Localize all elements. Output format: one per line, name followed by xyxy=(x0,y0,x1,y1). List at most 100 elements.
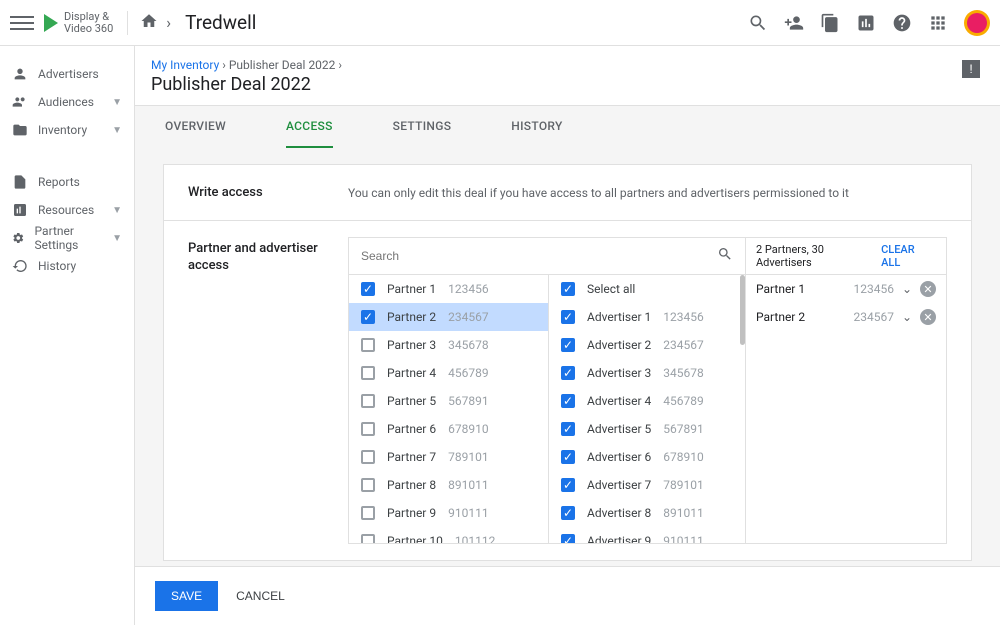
remove-icon[interactable]: ✕ xyxy=(920,309,936,325)
checkbox[interactable]: ✓ xyxy=(561,338,575,352)
partner-id: 234567 xyxy=(448,310,488,324)
breadcrumb-deal[interactable]: Publisher Deal 2022 xyxy=(229,58,336,72)
write-access-desc: You can only edit this deal if you have … xyxy=(348,186,849,200)
selected-row: Partner 1123456⌄✕ xyxy=(746,275,946,303)
partner-name: Partner 6 xyxy=(387,422,436,436)
search-input[interactable] xyxy=(361,249,717,263)
breadcrumb: My Inventory › Publisher Deal 2022 › xyxy=(151,58,984,72)
home-icon[interactable] xyxy=(140,12,158,34)
chevron-down-icon[interactable]: ⌄ xyxy=(900,310,914,324)
checkbox[interactable] xyxy=(361,478,375,492)
advertiser-id: 678910 xyxy=(663,450,703,464)
partner-row[interactable]: Partner 4456789 xyxy=(349,359,548,387)
checkbox[interactable]: ✓ xyxy=(561,534,575,543)
scrollbar[interactable] xyxy=(740,275,745,345)
advertiser-row[interactable]: ✓Advertiser 3345678 xyxy=(549,359,745,387)
partner-row[interactable]: Partner 7789101 xyxy=(349,443,548,471)
tab-settings[interactable]: SETTINGS xyxy=(393,106,452,148)
tab-access[interactable]: ACCESS xyxy=(286,106,333,148)
cancel-button[interactable]: CANCEL xyxy=(236,589,285,603)
partner-name: Partner 9 xyxy=(387,506,436,520)
advertiser-row[interactable]: ✓Advertiser 7789101 xyxy=(549,471,745,499)
tab-history[interactable]: HISTORY xyxy=(511,106,562,148)
checkbox[interactable] xyxy=(361,422,375,436)
partner-id: 789101 xyxy=(448,450,488,464)
help-icon[interactable] xyxy=(892,13,912,33)
search-icon[interactable] xyxy=(717,246,733,266)
sidebar-item-label: Reports xyxy=(38,175,80,189)
partner-id: 678910 xyxy=(448,422,488,436)
sidebar-item-label: Partner Settings xyxy=(35,224,103,252)
select-all-row[interactable]: ✓ Select all xyxy=(549,275,745,303)
checkbox[interactable]: ✓ xyxy=(561,394,575,408)
copy-icon[interactable] xyxy=(820,13,840,33)
person-add-icon[interactable] xyxy=(784,13,804,33)
sidebar-icon xyxy=(12,258,28,274)
partner-row[interactable]: ✓ Partner 2 234567 xyxy=(349,303,548,331)
selected-name: Partner 2 xyxy=(756,310,848,324)
advertiser-id: 891011 xyxy=(663,506,703,520)
tab-overview[interactable]: OVERVIEW xyxy=(165,106,226,148)
avatar[interactable] xyxy=(964,10,990,36)
checkbox[interactable]: ✓ xyxy=(361,282,375,296)
checkbox[interactable] xyxy=(361,338,375,352)
partner-row[interactable]: Partner 6 678910 xyxy=(349,415,548,443)
checkbox[interactable]: ✓ xyxy=(561,450,575,464)
checkbox[interactable]: ✓ xyxy=(361,310,375,324)
sidebar-icon xyxy=(12,230,25,246)
checkbox[interactable]: ✓ xyxy=(561,506,575,520)
checkbox[interactable] xyxy=(361,506,375,520)
search-icon[interactable] xyxy=(748,13,768,33)
product-name: Display &Video 360 xyxy=(64,11,113,35)
partner-id: 101112 xyxy=(455,534,495,543)
menu-icon[interactable] xyxy=(10,11,34,35)
header-title: Tredwell xyxy=(185,11,256,34)
select-all-label: Select all xyxy=(587,282,635,296)
advertiser-row[interactable]: ✓Advertiser 4456789 xyxy=(549,387,745,415)
sidebar-item-partner-settings[interactable]: Partner Settings▼ xyxy=(0,224,134,252)
partner-row[interactable]: ✓Partner 1123456 xyxy=(349,275,548,303)
advertiser-row[interactable]: ✓Advertiser 6678910 xyxy=(549,443,745,471)
chevron-down-icon[interactable]: ⌄ xyxy=(900,282,914,296)
sidebar-item-history[interactable]: History xyxy=(0,252,134,280)
sidebar-item-audiences[interactable]: Audiences▼ xyxy=(0,88,134,116)
sidebar-item-label: Inventory xyxy=(38,123,87,137)
remove-icon[interactable]: ✕ xyxy=(920,281,936,297)
checkbox[interactable]: ✓ xyxy=(561,310,575,324)
product-logo[interactable]: Display &Video 360 xyxy=(44,11,128,35)
sidebar-item-advertisers[interactable]: Advertisers xyxy=(0,60,134,88)
chart-icon[interactable] xyxy=(856,13,876,33)
advertiser-row[interactable]: ✓Advertiser 1123456 xyxy=(549,303,745,331)
advertiser-id: 789101 xyxy=(663,478,703,492)
advertiser-row[interactable]: ✓Advertiser 8891011 xyxy=(549,499,745,527)
partner-row[interactable]: Partner 5567891 xyxy=(349,387,548,415)
checkbox[interactable]: ✓ xyxy=(561,422,575,436)
sidebar-item-resources[interactable]: Resources▼ xyxy=(0,196,134,224)
sidebar-item-inventory[interactable]: Inventory▼ xyxy=(0,116,134,144)
save-button[interactable]: SAVE xyxy=(155,581,218,611)
advertiser-row[interactable]: ✓Advertiser 9910111 xyxy=(549,527,745,543)
advertiser-row[interactable]: ✓Advertiser 2234567 xyxy=(549,331,745,359)
clear-all-button[interactable]: CLEAR ALL xyxy=(881,243,936,269)
advertiser-row[interactable]: ✓Advertiser 5567891 xyxy=(549,415,745,443)
checkbox[interactable] xyxy=(361,534,375,543)
checkbox[interactable] xyxy=(361,450,375,464)
feedback-icon[interactable]: ! xyxy=(962,60,980,78)
partner-row[interactable]: Partner 9910111 xyxy=(349,499,548,527)
checkbox[interactable] xyxy=(361,366,375,380)
selected-name: Partner 1 xyxy=(756,282,848,296)
sidebar-item-label: History xyxy=(38,259,76,273)
advertiser-name: Advertiser 2 xyxy=(587,338,651,352)
breadcrumb-root[interactable]: My Inventory xyxy=(151,58,219,72)
sidebar-item-reports[interactable]: Reports xyxy=(0,168,134,196)
partner-name: Partner 2 xyxy=(387,310,436,324)
checkbox[interactable]: ✓ xyxy=(561,478,575,492)
partner-row[interactable]: Partner 10101112 xyxy=(349,527,548,543)
checkbox[interactable]: ✓ xyxy=(561,366,575,380)
partner-id: 345678 xyxy=(448,338,488,352)
checkbox[interactable] xyxy=(361,394,375,408)
apps-icon[interactable] xyxy=(928,13,948,33)
checkbox[interactable]: ✓ xyxy=(561,282,575,296)
partner-row[interactable]: Partner 3345678 xyxy=(349,331,548,359)
partner-row[interactable]: Partner 8891011 xyxy=(349,471,548,499)
